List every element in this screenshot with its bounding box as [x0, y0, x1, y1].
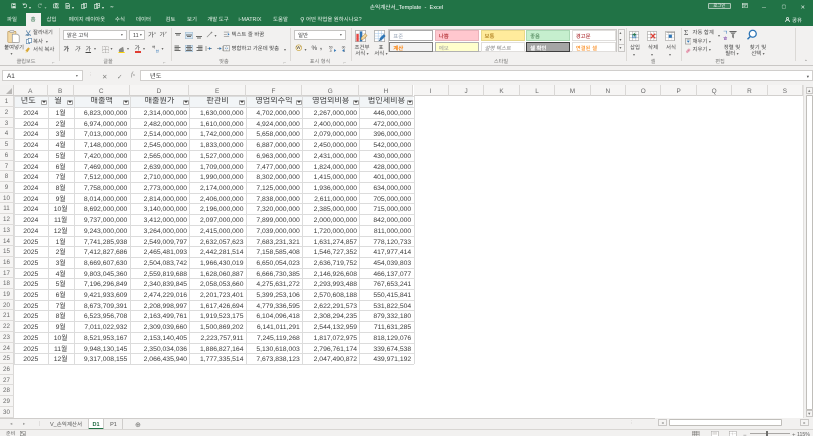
svg-text:백: 백 — [152, 46, 155, 51]
svg-text:W: W — [296, 46, 300, 52]
svg-text:ㅎ: ㅎ — [723, 33, 728, 41]
svg-text:한: 한 — [155, 50, 159, 54]
svg-text:.0: .0 — [329, 48, 332, 53]
